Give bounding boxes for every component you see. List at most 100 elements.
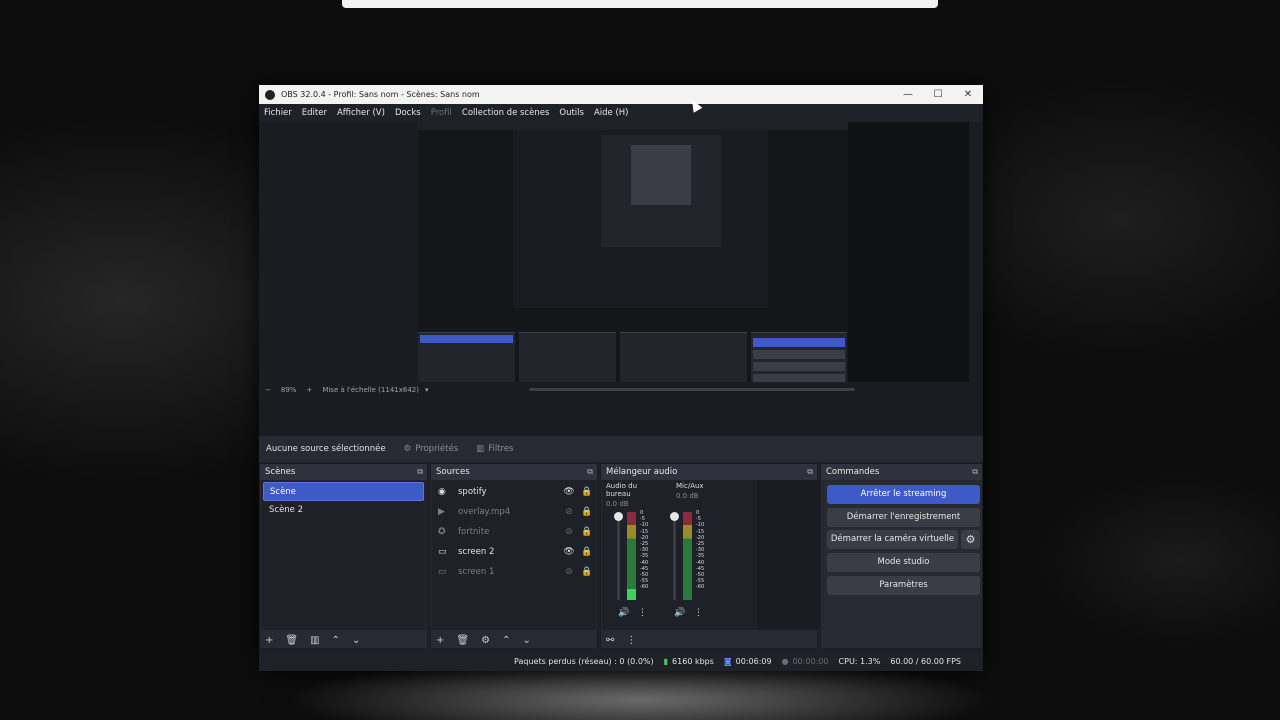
trash-icon[interactable]: 🗑 [456, 635, 469, 646]
filters-button[interactable]: ▥ Filtres [476, 444, 513, 454]
menu-outils[interactable]: Outils [559, 108, 584, 118]
minimize-button[interactable]: — [893, 89, 923, 100]
source-item-fortnite[interactable]: ✪ fortnite ⊘ 🔒 [432, 522, 596, 542]
gear-icon[interactable]: ⚙ [961, 530, 980, 549]
source-item-screen-1[interactable]: ▭ screen 1 ⊘ 🔒 [432, 562, 596, 582]
scene-item-scene[interactable]: Scène [263, 482, 424, 501]
menu-docks[interactable]: Docks [395, 108, 421, 118]
lock-icon[interactable]: 🔒 [578, 487, 596, 497]
scenes-footer: + 🗑 ▥ ⌃ ⌄ [260, 630, 427, 650]
move-up-icon[interactable]: ⌃ [502, 635, 510, 646]
lock-icon[interactable]: 🔒 [578, 507, 596, 517]
menu-editer[interactable]: Editer [302, 108, 327, 118]
eye-off-icon[interactable]: ⊘ [560, 527, 578, 537]
eye-off-icon[interactable]: ⊘ [560, 567, 578, 577]
eye-icon[interactable]: 👁 [560, 547, 578, 557]
speaker-icon[interactable]: 🔊 [674, 608, 685, 618]
filters-label: Filtres [488, 444, 514, 454]
more-icon[interactable]: ⋮ [638, 608, 647, 618]
title-bar: OBS 32.0.4 - Profil: Sans nom - Scènes: … [259, 85, 983, 104]
chevron-down-icon[interactable]: ▾ [425, 386, 429, 394]
source-name: spotify [458, 487, 487, 497]
menu-aide[interactable]: Aide (H) [594, 108, 629, 118]
undock-icon[interactable]: ⧉ [807, 467, 813, 477]
fader-knob[interactable] [670, 512, 679, 521]
undock-icon[interactable]: ⧉ [587, 467, 593, 477]
more-icon[interactable]: ⋮ [694, 608, 703, 618]
horizontal-scrollbar[interactable] [529, 388, 855, 391]
source-item-spotify[interactable]: ◉ spotify 👁 🔒 [432, 482, 596, 502]
preview-spacer [259, 398, 983, 436]
menu-profil[interactable]: Profil [431, 108, 452, 118]
volume-fader[interactable] [670, 512, 679, 600]
undock-icon[interactable]: ⧉ [417, 467, 423, 477]
volume-meter [683, 512, 692, 600]
commands-title: Commandes [826, 467, 880, 477]
preview-canvas[interactable] [418, 122, 969, 419]
maximize-button[interactable]: ☐ [923, 89, 953, 100]
signal-icon: ▮ [663, 656, 669, 666]
stop-streaming-button[interactable]: Arrêter le streaming [827, 485, 980, 504]
commands-body: Arrêter le streaming Démarrer l'enregist… [822, 480, 981, 630]
start-recording-button[interactable]: Démarrer l'enregistrement [827, 508, 980, 527]
speaker-icon[interactable]: 🔊 [618, 608, 629, 618]
filter-icon[interactable]: ▥ [310, 635, 319, 646]
close-button[interactable]: ✕ [953, 89, 983, 100]
undock-icon[interactable]: ⧉ [972, 467, 978, 477]
start-virtual-cam-button[interactable]: Démarrer la caméra virtuelle [827, 530, 958, 549]
record-time: 00:00:00 [792, 656, 829, 666]
mixer-footer: ⚯ ⋮ [601, 630, 817, 650]
more-icon[interactable]: ⋮ [626, 635, 636, 646]
add-icon[interactable]: + [436, 635, 444, 646]
scenes-dock: Scènes ⧉ Scène Scène 2 + 🗑 ▥ ⌃ ⌄ [259, 463, 428, 649]
source-item-screen-2[interactable]: ▭ screen 2 👁 🔒 [432, 542, 596, 562]
trash-icon[interactable]: 🗑 [285, 635, 298, 646]
zoom-bar: − 89% + Mise à l'échelle (1141x642) ▾ [259, 382, 983, 398]
sources-dock: Sources ⧉ ◉ spotify 👁 🔒 ▶ overlay.mp4 ⊘ … [430, 463, 598, 649]
lock-icon[interactable]: 🔒 [578, 547, 596, 557]
scenes-title: Scènes [265, 467, 296, 477]
gear-icon: ⚙ [403, 444, 412, 454]
add-icon[interactable]: + [265, 635, 273, 646]
source-item-overlay[interactable]: ▶ overlay.mp4 ⊘ 🔒 [432, 502, 596, 522]
record-icon: ● [781, 656, 789, 666]
zoom-in-button[interactable]: + [306, 386, 312, 394]
studio-mode-button[interactable]: Mode studio [827, 553, 980, 572]
move-up-icon[interactable]: ⌃ [332, 635, 340, 646]
eye-off-icon[interactable]: ⊘ [560, 507, 578, 517]
move-down-icon[interactable]: ⌄ [352, 635, 360, 646]
volume-fader[interactable] [614, 512, 623, 600]
mixer-empty-area [757, 480, 819, 630]
lock-icon[interactable]: 🔒 [578, 527, 596, 537]
source-toolbar: Aucune source sélectionnée ⚙ Propriétés … [259, 436, 983, 462]
properties-button[interactable]: ⚙ Propriétés [404, 444, 459, 454]
commands-dock: Commandes ⧉ Arrêter le streaming Démarre… [820, 463, 983, 649]
gear-icon[interactable]: ⚙ [481, 635, 490, 646]
menu-collection[interactable]: Collection de scènes [462, 108, 549, 118]
volume-meter [627, 512, 636, 600]
eye-icon[interactable]: 👁 [560, 487, 578, 497]
scenes-list: Scène Scène 2 [261, 480, 426, 630]
lock-icon[interactable]: 🔒 [578, 567, 596, 577]
gamepad-icon: ✪ [438, 527, 446, 537]
mixer-channel-desktop: Audio du bureau 0.0 dB 0 -5 -10 -15 -20 -25 -3… [606, 482, 662, 628]
settings-button[interactable]: Paramètres [827, 576, 980, 595]
play-icon: ▶ [438, 507, 445, 517]
link-icon[interactable]: ⚯ [606, 635, 614, 646]
recursive-capture [418, 122, 848, 419]
menu-fichier[interactable]: Fichier [264, 108, 292, 118]
fps: 60.00 / 60.00 FPS [890, 656, 961, 666]
sources-list: ◉ spotify 👁 🔒 ▶ overlay.mp4 ⊘ 🔒 ✪ fortni… [432, 480, 596, 630]
source-name: screen 1 [458, 567, 495, 577]
mini-scene-selected [420, 335, 513, 343]
mixer-dock: Mélangeur audio ⧉ Audio du bureau 0.0 dB… [600, 463, 819, 650]
mixer-title: Mélangeur audio [606, 467, 678, 477]
mini-menu [418, 122, 848, 130]
monitor-icon: ▭ [438, 547, 447, 557]
scene-item-scene-2[interactable]: Scène 2 [263, 501, 424, 520]
move-down-icon[interactable]: ⌄ [522, 635, 530, 646]
scale-mode[interactable]: Mise à l'échelle (1141x642) [322, 386, 419, 394]
fader-knob[interactable] [614, 512, 623, 521]
menu-afficher[interactable]: Afficher (V) [337, 108, 385, 118]
zoom-out-button[interactable]: − [265, 386, 271, 394]
